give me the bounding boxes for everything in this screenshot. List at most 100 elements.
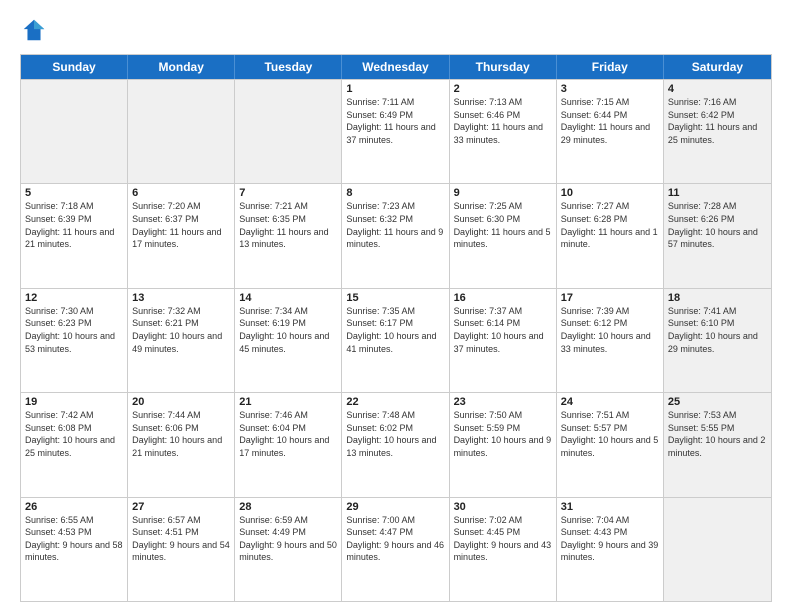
day-number: 15 [346, 292, 444, 304]
cal-cell-22: 22Sunrise: 7:48 AM Sunset: 6:02 PM Dayli… [342, 393, 449, 496]
day-number: 16 [454, 292, 552, 304]
cell-info: Sunrise: 7:32 AM Sunset: 6:21 PM Dayligh… [132, 305, 230, 355]
page: SundayMondayTuesdayWednesdayThursdayFrid… [0, 0, 792, 612]
cell-info: Sunrise: 7:48 AM Sunset: 6:02 PM Dayligh… [346, 409, 444, 459]
day-number: 20 [132, 396, 230, 408]
cell-info: Sunrise: 7:50 AM Sunset: 5:59 PM Dayligh… [454, 409, 552, 459]
cal-cell-23: 23Sunrise: 7:50 AM Sunset: 5:59 PM Dayli… [450, 393, 557, 496]
cal-cell-8: 8Sunrise: 7:23 AM Sunset: 6:32 PM Daylig… [342, 184, 449, 287]
cal-cell-15: 15Sunrise: 7:35 AM Sunset: 6:17 PM Dayli… [342, 289, 449, 392]
day-number: 11 [668, 187, 767, 199]
cal-cell-30: 30Sunrise: 7:02 AM Sunset: 4:45 PM Dayli… [450, 498, 557, 601]
calendar-body: 1Sunrise: 7:11 AM Sunset: 6:49 PM Daylig… [21, 79, 771, 601]
cell-info: Sunrise: 7:27 AM Sunset: 6:28 PM Dayligh… [561, 200, 659, 250]
cell-info: Sunrise: 7:51 AM Sunset: 5:57 PM Dayligh… [561, 409, 659, 459]
cal-cell-16: 16Sunrise: 7:37 AM Sunset: 6:14 PM Dayli… [450, 289, 557, 392]
cal-cell-empty-0-2 [235, 80, 342, 183]
cal-cell-empty-4-6 [664, 498, 771, 601]
cal-cell-empty-0-1 [128, 80, 235, 183]
day-number: 9 [454, 187, 552, 199]
header-day-friday: Friday [557, 55, 664, 79]
cell-info: Sunrise: 7:00 AM Sunset: 4:47 PM Dayligh… [346, 514, 444, 564]
day-number: 17 [561, 292, 659, 304]
day-number: 23 [454, 396, 552, 408]
calendar: SundayMondayTuesdayWednesdayThursdayFrid… [20, 54, 772, 602]
cell-info: Sunrise: 7:20 AM Sunset: 6:37 PM Dayligh… [132, 200, 230, 250]
cal-cell-13: 13Sunrise: 7:32 AM Sunset: 6:21 PM Dayli… [128, 289, 235, 392]
cell-info: Sunrise: 7:37 AM Sunset: 6:14 PM Dayligh… [454, 305, 552, 355]
cal-cell-1: 1Sunrise: 7:11 AM Sunset: 6:49 PM Daylig… [342, 80, 449, 183]
day-number: 27 [132, 501, 230, 513]
header-day-wednesday: Wednesday [342, 55, 449, 79]
cal-cell-21: 21Sunrise: 7:46 AM Sunset: 6:04 PM Dayli… [235, 393, 342, 496]
logo [20, 16, 52, 44]
cal-cell-4: 4Sunrise: 7:16 AM Sunset: 6:42 PM Daylig… [664, 80, 771, 183]
cell-info: Sunrise: 7:39 AM Sunset: 6:12 PM Dayligh… [561, 305, 659, 355]
cal-cell-14: 14Sunrise: 7:34 AM Sunset: 6:19 PM Dayli… [235, 289, 342, 392]
cell-info: Sunrise: 7:15 AM Sunset: 6:44 PM Dayligh… [561, 96, 659, 146]
cell-info: Sunrise: 7:23 AM Sunset: 6:32 PM Dayligh… [346, 200, 444, 250]
cal-cell-25: 25Sunrise: 7:53 AM Sunset: 5:55 PM Dayli… [664, 393, 771, 496]
day-number: 25 [668, 396, 767, 408]
header-day-tuesday: Tuesday [235, 55, 342, 79]
cell-info: Sunrise: 7:13 AM Sunset: 6:46 PM Dayligh… [454, 96, 552, 146]
day-number: 7 [239, 187, 337, 199]
cell-info: Sunrise: 7:16 AM Sunset: 6:42 PM Dayligh… [668, 96, 767, 146]
cell-info: Sunrise: 7:11 AM Sunset: 6:49 PM Dayligh… [346, 96, 444, 146]
day-number: 1 [346, 83, 444, 95]
cal-cell-12: 12Sunrise: 7:30 AM Sunset: 6:23 PM Dayli… [21, 289, 128, 392]
cell-info: Sunrise: 7:53 AM Sunset: 5:55 PM Dayligh… [668, 409, 767, 459]
cal-cell-7: 7Sunrise: 7:21 AM Sunset: 6:35 PM Daylig… [235, 184, 342, 287]
cal-cell-18: 18Sunrise: 7:41 AM Sunset: 6:10 PM Dayli… [664, 289, 771, 392]
logo-icon [20, 16, 48, 44]
cal-cell-19: 19Sunrise: 7:42 AM Sunset: 6:08 PM Dayli… [21, 393, 128, 496]
cell-info: Sunrise: 7:25 AM Sunset: 6:30 PM Dayligh… [454, 200, 552, 250]
cal-cell-2: 2Sunrise: 7:13 AM Sunset: 6:46 PM Daylig… [450, 80, 557, 183]
day-number: 31 [561, 501, 659, 513]
cal-cell-24: 24Sunrise: 7:51 AM Sunset: 5:57 PM Dayli… [557, 393, 664, 496]
cal-cell-29: 29Sunrise: 7:00 AM Sunset: 4:47 PM Dayli… [342, 498, 449, 601]
cal-cell-17: 17Sunrise: 7:39 AM Sunset: 6:12 PM Dayli… [557, 289, 664, 392]
day-number: 5 [25, 187, 123, 199]
day-number: 2 [454, 83, 552, 95]
cell-info: Sunrise: 7:30 AM Sunset: 6:23 PM Dayligh… [25, 305, 123, 355]
cell-info: Sunrise: 7:04 AM Sunset: 4:43 PM Dayligh… [561, 514, 659, 564]
week-row-3: 19Sunrise: 7:42 AM Sunset: 6:08 PM Dayli… [21, 392, 771, 496]
cell-info: Sunrise: 7:41 AM Sunset: 6:10 PM Dayligh… [668, 305, 767, 355]
day-number: 4 [668, 83, 767, 95]
header-day-monday: Monday [128, 55, 235, 79]
cell-info: Sunrise: 6:59 AM Sunset: 4:49 PM Dayligh… [239, 514, 337, 564]
cell-info: Sunrise: 7:21 AM Sunset: 6:35 PM Dayligh… [239, 200, 337, 250]
day-number: 6 [132, 187, 230, 199]
day-number: 19 [25, 396, 123, 408]
week-row-1: 5Sunrise: 7:18 AM Sunset: 6:39 PM Daylig… [21, 183, 771, 287]
cal-cell-5: 5Sunrise: 7:18 AM Sunset: 6:39 PM Daylig… [21, 184, 128, 287]
header-day-sunday: Sunday [21, 55, 128, 79]
cell-info: Sunrise: 7:28 AM Sunset: 6:26 PM Dayligh… [668, 200, 767, 250]
week-row-0: 1Sunrise: 7:11 AM Sunset: 6:49 PM Daylig… [21, 79, 771, 183]
cell-info: Sunrise: 7:18 AM Sunset: 6:39 PM Dayligh… [25, 200, 123, 250]
cal-cell-10: 10Sunrise: 7:27 AM Sunset: 6:28 PM Dayli… [557, 184, 664, 287]
cell-info: Sunrise: 7:42 AM Sunset: 6:08 PM Dayligh… [25, 409, 123, 459]
day-number: 24 [561, 396, 659, 408]
day-number: 28 [239, 501, 337, 513]
cal-cell-26: 26Sunrise: 6:55 AM Sunset: 4:53 PM Dayli… [21, 498, 128, 601]
header-day-saturday: Saturday [664, 55, 771, 79]
calendar-header: SundayMondayTuesdayWednesdayThursdayFrid… [21, 55, 771, 79]
day-number: 14 [239, 292, 337, 304]
cal-cell-28: 28Sunrise: 6:59 AM Sunset: 4:49 PM Dayli… [235, 498, 342, 601]
cell-info: Sunrise: 6:55 AM Sunset: 4:53 PM Dayligh… [25, 514, 123, 564]
cell-info: Sunrise: 7:02 AM Sunset: 4:45 PM Dayligh… [454, 514, 552, 564]
day-number: 13 [132, 292, 230, 304]
day-number: 12 [25, 292, 123, 304]
cell-info: Sunrise: 7:44 AM Sunset: 6:06 PM Dayligh… [132, 409, 230, 459]
day-number: 30 [454, 501, 552, 513]
cal-cell-3: 3Sunrise: 7:15 AM Sunset: 6:44 PM Daylig… [557, 80, 664, 183]
cell-info: Sunrise: 7:46 AM Sunset: 6:04 PM Dayligh… [239, 409, 337, 459]
cal-cell-27: 27Sunrise: 6:57 AM Sunset: 4:51 PM Dayli… [128, 498, 235, 601]
day-number: 8 [346, 187, 444, 199]
cal-cell-31: 31Sunrise: 7:04 AM Sunset: 4:43 PM Dayli… [557, 498, 664, 601]
cal-cell-11: 11Sunrise: 7:28 AM Sunset: 6:26 PM Dayli… [664, 184, 771, 287]
cell-info: Sunrise: 7:34 AM Sunset: 6:19 PM Dayligh… [239, 305, 337, 355]
day-number: 29 [346, 501, 444, 513]
